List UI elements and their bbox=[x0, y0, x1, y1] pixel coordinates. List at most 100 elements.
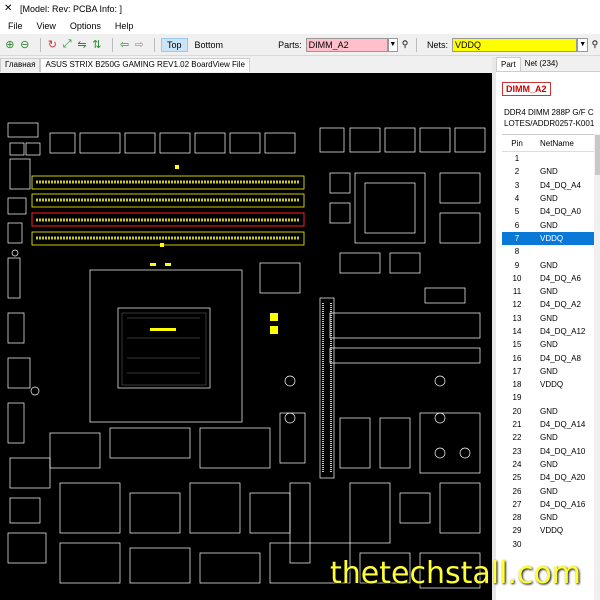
nets-label: Nets: bbox=[426, 39, 448, 50]
back-arrow-icon[interactable]: ⇦ bbox=[119, 38, 131, 52]
mirror-icon[interactable]: ⇋ bbox=[76, 38, 88, 52]
column-header-netname[interactable]: NetName bbox=[532, 139, 600, 148]
pin-table-scrollbar[interactable] bbox=[594, 134, 600, 600]
title-bar: ✕ [Model: Rev: PCBA Info: ] bbox=[0, 0, 600, 18]
table-row[interactable]: 7 VDDQ bbox=[502, 231, 600, 246]
top-side-button[interactable]: Top bbox=[161, 37, 188, 52]
pin-number: 15 bbox=[512, 340, 522, 350]
scrollbar-thumb[interactable] bbox=[595, 135, 600, 175]
tab-boardview-file[interactable]: ASUS STRIX B250G GAMING REV1.02 BoardVie… bbox=[40, 58, 250, 72]
table-row[interactable]: 22 GND bbox=[502, 431, 600, 444]
tab-home[interactable]: Главная bbox=[0, 58, 41, 72]
pin-table: Pin NetName 1 2 GND 3 D4_DQ_A4 4 GND 5 D4_DQ_A0 6… bbox=[502, 134, 600, 551]
vddq-pad bbox=[150, 328, 176, 331]
net-name: D4_DQ_A8 bbox=[540, 353, 581, 363]
table-row[interactable]: 3 D4_DQ_A4 bbox=[502, 179, 600, 192]
table-row[interactable]: 1 bbox=[502, 152, 600, 165]
nets-search-icon[interactable]: ⚲ bbox=[590, 38, 600, 52]
toolbar-divider bbox=[111, 37, 113, 52]
net-name: GND bbox=[540, 340, 558, 350]
menu-options[interactable]: Options bbox=[70, 21, 101, 31]
table-row[interactable]: 11 GND bbox=[502, 285, 600, 298]
pin-number: 16 bbox=[512, 353, 522, 363]
pin-number: 20 bbox=[512, 406, 522, 416]
fit-icon[interactable]: ⤢ bbox=[61, 38, 73, 52]
pin-number: 28 bbox=[512, 513, 522, 523]
table-row[interactable]: 24 GND bbox=[502, 458, 600, 471]
table-row[interactable]: 4 GND bbox=[502, 192, 600, 205]
table-row[interactable]: 23 D4_DQ_A10 bbox=[502, 445, 600, 458]
document-tabs: Главная ASUS STRIX B250G GAMING REV1.02 … bbox=[0, 57, 490, 72]
table-row[interactable]: 19 bbox=[502, 391, 600, 404]
bottom-side-button[interactable]: Bottom bbox=[190, 39, 229, 51]
menu-help[interactable]: Help bbox=[115, 21, 134, 31]
zoom-out-icon[interactable]: ⊖ bbox=[19, 38, 31, 52]
table-row[interactable]: 2 GND bbox=[502, 165, 600, 178]
net-name: D4_DQ_A4 bbox=[540, 180, 581, 190]
net-name: D4_DQ_A0 bbox=[540, 207, 581, 217]
table-row[interactable]: 15 GND bbox=[502, 338, 600, 351]
net-name: D4_DQ_A6 bbox=[540, 273, 581, 283]
tab-part[interactable]: Part bbox=[496, 57, 521, 71]
table-row[interactable]: 17 GND bbox=[502, 365, 600, 378]
pin-number: 5 bbox=[514, 207, 520, 217]
table-row[interactable]: 9 GND bbox=[502, 258, 600, 271]
pin-number: 11 bbox=[512, 287, 522, 297]
table-row[interactable]: 30 bbox=[502, 538, 600, 551]
tab-net[interactable]: Net (234) bbox=[521, 57, 562, 71]
board-layout[interactable] bbox=[0, 73, 492, 600]
nets-input[interactable] bbox=[452, 37, 578, 52]
net-name: VDDQ bbox=[540, 380, 564, 390]
nets-dropdown-icon[interactable]: ▼ bbox=[577, 37, 588, 52]
menu-view[interactable]: View bbox=[37, 21, 56, 31]
net-name: GND bbox=[540, 220, 558, 230]
net-name: GND bbox=[540, 313, 558, 323]
pin-number: 1 bbox=[514, 154, 520, 164]
column-header-pin[interactable]: Pin bbox=[502, 139, 532, 148]
table-row[interactable]: 5 D4_DQ_A0 bbox=[502, 205, 600, 218]
pin-number: 13 bbox=[512, 313, 522, 323]
rotate-icon[interactable]: ↻ bbox=[46, 38, 58, 52]
zoom-in-icon[interactable]: ⊕ bbox=[4, 38, 16, 52]
table-row[interactable]: 13 GND bbox=[502, 312, 600, 325]
table-row[interactable]: 8 bbox=[502, 245, 600, 258]
table-row[interactable]: 21 D4_DQ_A14 bbox=[502, 418, 600, 431]
toolbar: ⊕ ⊖ ↻ ⤢ ⇋ ⇅ ⇦ ⇨ Top Bottom Parts: ▼ ⚲ Ne… bbox=[0, 34, 600, 56]
pin-number: 6 bbox=[514, 220, 520, 230]
table-row[interactable]: 16 D4_DQ_A8 bbox=[502, 351, 600, 364]
net-name: GND bbox=[540, 366, 558, 376]
pin-number: 14 bbox=[512, 327, 522, 336]
forward-arrow-icon[interactable]: ⇨ bbox=[133, 38, 145, 52]
net-name: GND bbox=[540, 459, 558, 469]
table-row[interactable]: 18 VDDQ bbox=[502, 378, 600, 391]
table-row[interactable]: 25 D4_DQ_A20 bbox=[502, 471, 600, 484]
pin-number: 10 bbox=[512, 273, 522, 283]
net-name: GND bbox=[540, 260, 558, 270]
net-name: VDDQ bbox=[540, 526, 564, 536]
table-row[interactable]: 26 GND bbox=[502, 484, 600, 497]
panel-tabs: Part Net (234) bbox=[496, 57, 600, 72]
table-row[interactable]: 10 D4_DQ_A6 bbox=[502, 272, 600, 285]
menu-file[interactable]: File bbox=[8, 21, 23, 31]
pin-number: 9 bbox=[514, 260, 520, 270]
table-row[interactable]: 20 GND bbox=[502, 405, 600, 418]
parts-search-icon[interactable]: ⚲ bbox=[400, 38, 410, 52]
board-view-canvas[interactable] bbox=[0, 73, 492, 600]
table-row[interactable]: 27 D4_DQ_A16 bbox=[502, 498, 600, 511]
net-name: GND bbox=[540, 194, 558, 204]
info-panel: Part Net (234) DIMM_A2 DDR4 DIMM 288P G/… bbox=[496, 57, 600, 600]
table-row[interactable]: 14 D4_DQ_A12 bbox=[502, 325, 600, 338]
part-description-line: LOTES/ADDR0257-K001 bbox=[504, 119, 595, 128]
net-name: GND bbox=[540, 167, 558, 177]
parts-input[interactable] bbox=[305, 37, 388, 52]
watermark-text: thetechstall.com bbox=[330, 556, 582, 591]
table-row[interactable]: 28 GND bbox=[502, 511, 600, 524]
table-row[interactable]: 29 VDDQ bbox=[502, 524, 600, 537]
table-row[interactable]: 12 D4_DQ_A2 bbox=[502, 298, 600, 311]
parts-dropdown-icon[interactable]: ▼ bbox=[387, 37, 399, 52]
pin-number: 2 bbox=[514, 167, 520, 177]
part-name-badge: DIMM_A2 bbox=[502, 82, 551, 96]
flip-icon[interactable]: ⇅ bbox=[91, 38, 103, 52]
pin-table-header: Pin NetName bbox=[502, 135, 600, 152]
table-row[interactable]: 6 GND bbox=[502, 218, 600, 231]
